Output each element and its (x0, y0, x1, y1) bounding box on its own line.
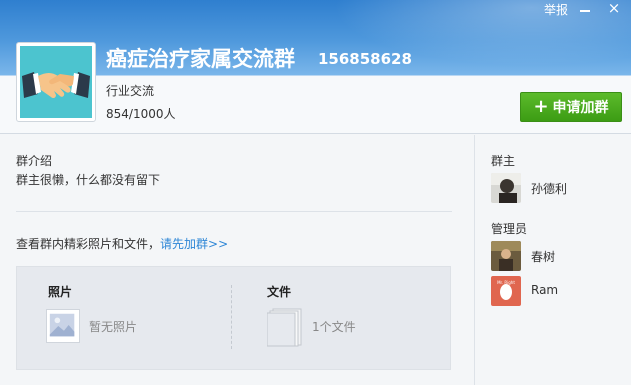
apply-join-button[interactable]: + 申请加群 (520, 92, 622, 122)
file-stack-icon[interactable] (267, 307, 305, 347)
owner-title: 群主 (491, 154, 516, 168)
owner-name[interactable]: 孙德利 (531, 180, 567, 197)
group-category: 行业交流 (106, 84, 155, 98)
group-id: 156858628 (318, 50, 412, 68)
group-header: 举报 × 癌症治疗家属交流群 156858628 行业交流 854/1000人 … (0, 0, 631, 134)
file-count-text[interactable]: 1个文件 (312, 318, 356, 335)
admin-name-1[interactable]: 春树 (531, 248, 555, 265)
admin-avatar-1[interactable] (491, 241, 521, 271)
image-placeholder-graphic (49, 313, 75, 337)
member-count: 854/1000人 (106, 107, 176, 121)
admin-avatar-2-caption: Mr. Right (497, 280, 515, 285)
close-icon[interactable]: × (606, 0, 622, 16)
media-prompt-text: 查看群内精彩照片和文件， (16, 237, 161, 251)
media-separator (231, 285, 232, 349)
plus-icon: + (533, 96, 549, 117)
section-divider (16, 211, 452, 212)
admin-avatar-2[interactable]: Mr. Right (491, 276, 521, 306)
owner-avatar[interactable] (491, 173, 521, 203)
no-photos-text: 暂无照片 (89, 320, 138, 334)
person-photo-icon (491, 241, 521, 271)
main-panel: 群介绍 群主很懒，什么都没有留下 查看群内精彩照片和文件，请先加群>> 照片 暂… (0, 135, 473, 385)
egg-avatar-icon: Mr. Right (491, 276, 521, 306)
admin-name-2[interactable]: Ram (531, 283, 558, 297)
image-placeholder-icon (46, 309, 80, 343)
group-name: 癌症治疗家属交流群 (106, 47, 295, 71)
apply-join-label: 申请加群 (552, 100, 609, 116)
media-panel: 照片 暂无照片 文件 1个文件 (16, 266, 451, 370)
handshake-icon (20, 46, 92, 118)
members-sidebar: 群主 孙德利 管理员 春树 Mr. Right Ram (474, 135, 631, 385)
minimize-icon[interactable] (578, 2, 592, 14)
files-label: 文件 (267, 285, 292, 299)
media-prompt: 查看群内精彩照片和文件，请先加群>> (16, 235, 228, 252)
intro-text: 群主很懒，什么都没有留下 (16, 173, 161, 187)
person-photo-icon (491, 173, 521, 203)
report-link[interactable]: 举报 (544, 1, 568, 18)
group-avatar (16, 42, 96, 122)
admin-title: 管理员 (491, 222, 528, 236)
photos-label: 照片 (48, 285, 73, 299)
intro-title: 群介绍 (16, 154, 53, 168)
join-first-link[interactable]: 请先加群>> (160, 237, 228, 251)
